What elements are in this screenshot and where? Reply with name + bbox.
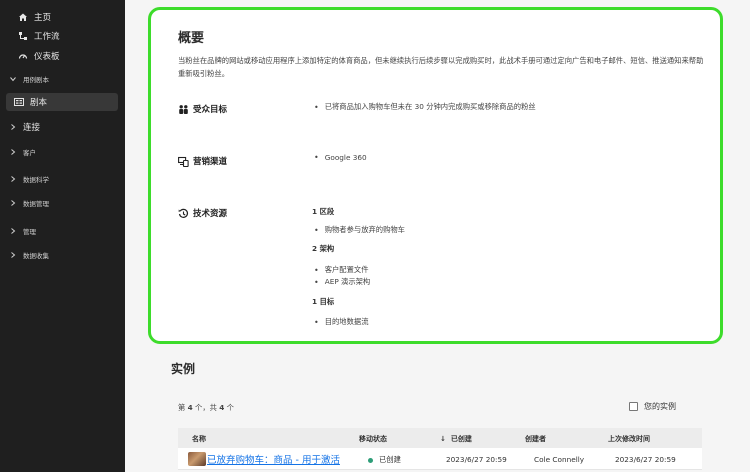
chevron-right-icon bbox=[9, 200, 17, 206]
instance-creator: Cole Connelly bbox=[534, 455, 585, 464]
sidebar-group-data-management[interactable]: 数据管理 bbox=[0, 194, 125, 212]
sidebar-item-home[interactable]: 主页 bbox=[0, 8, 125, 26]
column-header-creator[interactable]: 创建者 bbox=[525, 434, 546, 444]
sidebar-item-label: 连接 bbox=[23, 123, 41, 133]
sidebar-item-label: 数据科学 bbox=[23, 176, 49, 184]
column-header-name[interactable]: 名称 bbox=[192, 434, 206, 444]
sidebar-item-label: 剧本 bbox=[30, 98, 48, 108]
count-mid: 个，共 bbox=[192, 403, 220, 412]
your-instances-label: 您的实例 bbox=[644, 402, 676, 411]
sidebar-item-workflows[interactable]: 工作流 bbox=[0, 27, 125, 45]
audience-label: 受众目标 bbox=[193, 105, 228, 115]
sidebar-item-label: 客户 bbox=[23, 149, 36, 157]
column-header-created[interactable]: ↓ 已创建 bbox=[440, 434, 472, 444]
overview-title: 概要 bbox=[178, 31, 205, 46]
chevron-right-icon bbox=[9, 252, 17, 258]
chevron-down-icon bbox=[9, 76, 17, 82]
audience-section-label: 受众目标 bbox=[178, 103, 227, 115]
channels-label: 营销渠道 bbox=[193, 157, 228, 167]
channels-section-label: 营销渠道 bbox=[178, 155, 227, 167]
sidebar-item-playbooks[interactable]: 剧本 bbox=[6, 93, 118, 111]
channels-icon bbox=[178, 156, 189, 167]
sidebar-item-dashboards[interactable]: 仪表板 bbox=[0, 47, 125, 65]
sidebar-group-connections[interactable]: 连接 bbox=[0, 118, 125, 136]
your-instances-checkbox[interactable]: 您的实例 bbox=[629, 401, 676, 412]
workflow-icon bbox=[18, 31, 28, 41]
instances-count: 第 4 个，共 4 个 bbox=[178, 403, 234, 413]
resource-group-heading: 1 区段 bbox=[312, 207, 335, 216]
dashboard-icon bbox=[18, 51, 28, 61]
instance-thumbnail bbox=[188, 452, 206, 466]
instance-created: 2023/6/27 20:59 bbox=[446, 455, 507, 464]
resource-item: 目的地数据流 bbox=[314, 317, 369, 327]
overview-description: 当粉丝在品牌的网站或移动应用程序上添加特定的体育商品，但未继续执行后续步骤以完成… bbox=[178, 56, 704, 78]
overview-panel: 概要 当粉丝在品牌的网站或移动应用程序上添加特定的体育商品，但未继续执行后续步骤… bbox=[148, 7, 723, 344]
sidebar-group-use-case-playbooks[interactable]: 用例剧本 bbox=[0, 70, 125, 88]
resource-item: AEP 演示架构 bbox=[314, 277, 371, 287]
instance-status: 已创建 bbox=[368, 455, 401, 465]
count-suffix: 个 bbox=[224, 403, 234, 412]
main-content: 概要 当粉丝在品牌的网站或移动应用程序上添加特定的体育商品，但未继续执行后续步骤… bbox=[125, 0, 750, 472]
sidebar-item-label: 仪表板 bbox=[34, 52, 60, 62]
sidebar-group-data-collection[interactable]: 数据收集 bbox=[0, 246, 125, 264]
sidebar-item-label: 主页 bbox=[34, 13, 52, 23]
sidebar-group-administration[interactable]: 管理 bbox=[0, 222, 125, 240]
resources-section-label: 技术资源 bbox=[178, 207, 227, 219]
resource-group-heading: 2 架构 bbox=[312, 244, 335, 253]
chevron-right-icon bbox=[9, 149, 17, 155]
count-prefix: 第 bbox=[178, 403, 188, 412]
resources-icon bbox=[178, 208, 189, 219]
channel-item: Google 360 bbox=[314, 153, 367, 162]
sidebar-item-label: 工作流 bbox=[34, 32, 60, 42]
instance-modified: 2023/6/27 20:59 bbox=[615, 455, 676, 464]
resources-label: 技术资源 bbox=[193, 209, 228, 219]
sidebar-item-label: 管理 bbox=[23, 228, 36, 236]
resource-item: 购物者参与放弃的购物车 bbox=[314, 225, 405, 235]
status-dot-icon bbox=[368, 457, 373, 463]
chevron-right-icon bbox=[9, 124, 17, 130]
audience-item: 已将商品加入购物车但未在 30 分钟内完成购买或移除商品的粉丝 bbox=[314, 102, 536, 112]
chevron-right-icon bbox=[9, 228, 17, 234]
instances-table: 名称 移动状态 ↓ 已创建 创建者 上次修改时间 已放弃购物车：商品 - 用于激活… bbox=[178, 428, 702, 470]
status-label: 已创建 bbox=[379, 455, 401, 464]
audience-icon bbox=[178, 104, 189, 115]
sidebar-group-data-science[interactable]: 数据科学 bbox=[0, 170, 125, 188]
column-header-modified[interactable]: 上次修改时间 bbox=[608, 434, 650, 444]
table-header: 名称 移动状态 ↓ 已创建 创建者 上次修改时间 bbox=[178, 428, 702, 448]
chevron-right-icon bbox=[9, 176, 17, 182]
checkbox-box[interactable] bbox=[629, 402, 638, 411]
home-icon bbox=[18, 12, 28, 22]
sidebar-item-label: 数据管理 bbox=[23, 200, 49, 208]
resource-group-heading: 1 目标 bbox=[312, 297, 335, 306]
sort-arrow-icon: ↓ bbox=[440, 435, 446, 443]
column-header-created-label: 已创建 bbox=[450, 435, 472, 443]
sidebar-group-customers[interactable]: 客户 bbox=[0, 143, 125, 161]
playbook-icon bbox=[14, 97, 24, 107]
sidebar-item-label: 数据收集 bbox=[23, 252, 49, 260]
sidebar: 主页 工作流 仪表板 用例剧本 剧本 连接 客户 数据科学 数据管理 管理 数据… bbox=[0, 0, 125, 472]
table-row[interactable]: 已放弃购物车：商品 - 用于激活 已创建 2023/6/27 20:59 Col… bbox=[178, 448, 702, 470]
resource-item: 客户配置文件 bbox=[314, 265, 369, 275]
instances-title: 实例 bbox=[171, 362, 196, 376]
column-header-status[interactable]: 移动状态 bbox=[359, 434, 387, 444]
sidebar-item-label: 用例剧本 bbox=[23, 76, 49, 84]
instance-name-link[interactable]: 已放弃购物车：商品 - 用于激活 bbox=[207, 452, 340, 466]
